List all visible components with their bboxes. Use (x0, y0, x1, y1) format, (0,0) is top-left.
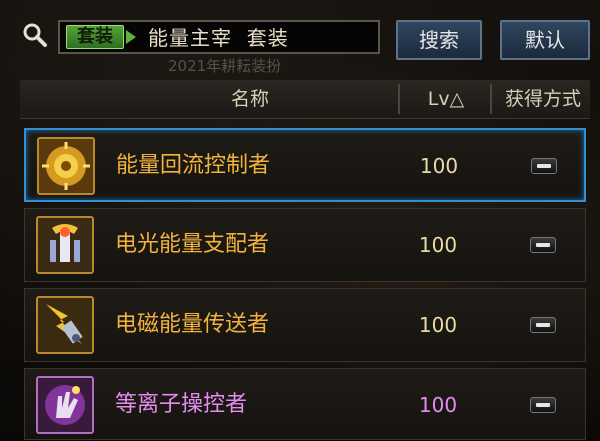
header-level-sort[interactable]: Lv△ (403, 80, 489, 118)
header-name[interactable]: 名称 (100, 80, 400, 118)
search-query-text: 能量主宰 套装 (148, 26, 289, 50)
list-item[interactable]: 等离子操控者 100 (24, 368, 586, 440)
table-header: 名称 Lv△ 获得方式 (20, 80, 590, 119)
electromagnetic-device-icon (36, 296, 94, 354)
item-name: 能量回流控制者 (116, 153, 271, 178)
item-name: 电光能量支配者 (115, 232, 270, 257)
tag-arrow-icon (126, 30, 136, 44)
item-name: 等离子操控者 (115, 392, 248, 417)
header-divider (490, 84, 492, 114)
lightning-totem-icon (36, 216, 94, 274)
header-divider (398, 84, 400, 114)
plasma-glove-icon (36, 376, 94, 434)
header-acquire[interactable]: 获得方式 (493, 80, 593, 118)
search-input[interactable]: 套装 能量主宰 套装 (58, 20, 380, 54)
item-level: 100 (418, 313, 458, 337)
default-button[interactable]: 默认 (500, 20, 590, 60)
search-icon[interactable] (22, 22, 48, 48)
minus-icon[interactable] (530, 317, 556, 333)
minus-icon[interactable] (531, 158, 557, 174)
item-level: 100 (419, 154, 459, 178)
list-item[interactable]: 能量回流控制者 100 (24, 128, 586, 202)
item-level: 100 (418, 233, 458, 257)
background-watermark-text: 2021年耕耘装扮 (168, 57, 282, 75)
suit-filter-tag[interactable]: 套装 (66, 25, 124, 49)
minus-icon[interactable] (530, 397, 556, 413)
list-item[interactable]: 电磁能量传送者 100 (24, 288, 586, 362)
item-level: 100 (418, 393, 458, 417)
minus-icon[interactable] (530, 237, 556, 253)
golden-mechanism-icon (37, 137, 95, 195)
list-item[interactable]: 电光能量支配者 100 (24, 208, 586, 282)
search-button[interactable]: 搜索 (396, 20, 482, 60)
item-name: 电磁能量传送者 (115, 312, 270, 337)
